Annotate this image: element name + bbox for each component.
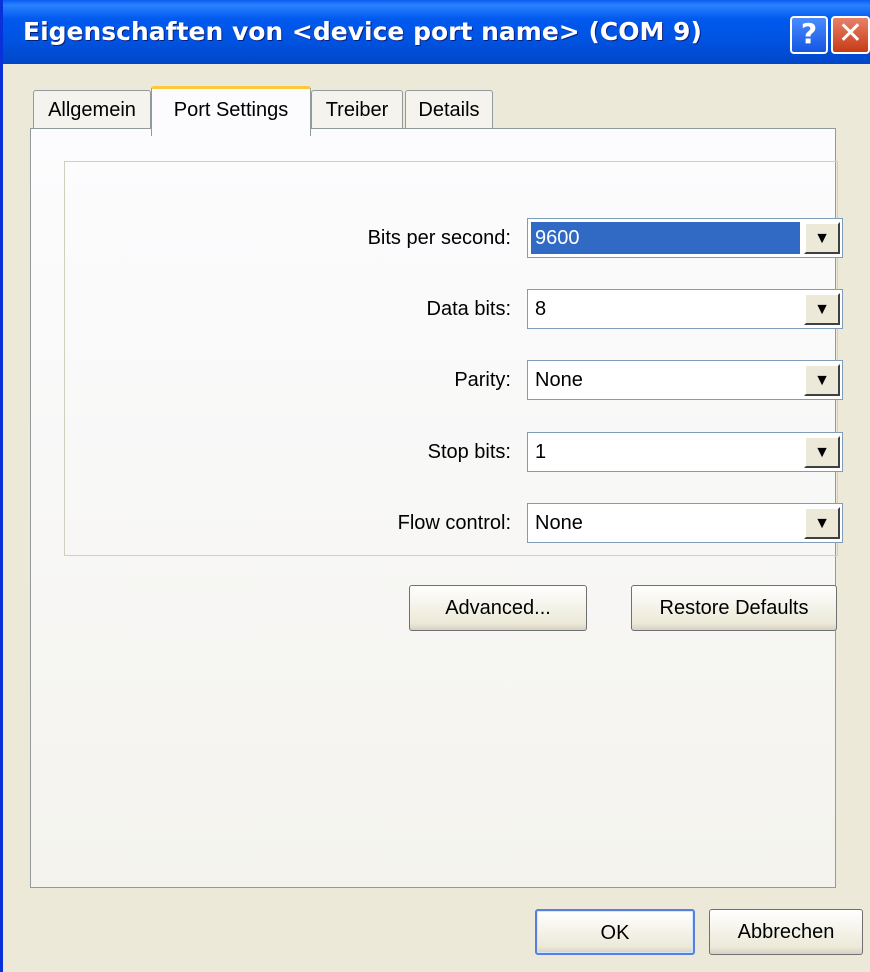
flow-control-select[interactable]: None ▼ <box>527 503 843 543</box>
window-title: Eigenschaften von <device port name> (CO… <box>23 17 702 46</box>
data-bits-select[interactable]: 8 ▼ <box>527 289 843 329</box>
data-bits-label: Data bits: <box>426 298 511 320</box>
close-button[interactable]: ✕ <box>831 16 870 54</box>
help-button[interactable]: ? <box>790 16 828 54</box>
restore-defaults-button[interactable]: Restore Defaults <box>631 585 837 631</box>
chevron-down-icon[interactable]: ▼ <box>804 293 840 325</box>
parity-label: Parity: <box>454 369 511 391</box>
chevron-down-icon[interactable]: ▼ <box>804 507 840 539</box>
chevron-down-icon[interactable]: ▼ <box>804 364 840 396</box>
stop-bits-value: 1 <box>535 441 547 463</box>
cancel-button[interactable]: Abbrechen <box>709 909 863 955</box>
data-bits-value: 8 <box>535 298 547 320</box>
stop-bits-select[interactable]: 1 ▼ <box>527 432 843 472</box>
tab-port-settings[interactable]: Port Settings <box>151 86 311 136</box>
chevron-down-icon[interactable]: ▼ <box>804 222 840 254</box>
flow-control-value: None <box>535 512 583 534</box>
bits-per-second-label: Bits per second: <box>367 227 511 249</box>
parity-select[interactable]: None ▼ <box>527 360 843 400</box>
port-settings-group: Bits per second: 9600 ▼ Data bits: 8 ▼ P… <box>64 161 843 556</box>
flow-control-label: Flow control: <box>397 512 511 534</box>
chevron-down-icon[interactable]: ▼ <box>804 436 840 468</box>
ok-button[interactable]: OK <box>535 909 695 955</box>
close-icon: ✕ <box>837 16 864 51</box>
help-icon: ? <box>800 17 818 50</box>
tab-allgemein[interactable]: Allgemein <box>33 90 151 130</box>
bits-per-second-value: 9600 <box>531 222 800 254</box>
parity-value: None <box>535 369 583 391</box>
tab-details[interactable]: Details <box>405 90 493 130</box>
port-settings-panel: Bits per second: 9600 ▼ Data bits: 8 ▼ P… <box>30 128 843 888</box>
properties-dialog: Eigenschaften von <device port name> (CO… <box>0 0 870 972</box>
tab-treiber[interactable]: Treiber <box>311 90 403 130</box>
bits-per-second-select[interactable]: 9600 ▼ <box>527 218 843 258</box>
title-bar[interactable]: Eigenschaften von <device port name> (CO… <box>3 0 870 64</box>
advanced-button[interactable]: Advanced... <box>409 585 587 631</box>
stop-bits-label: Stop bits: <box>427 441 511 463</box>
